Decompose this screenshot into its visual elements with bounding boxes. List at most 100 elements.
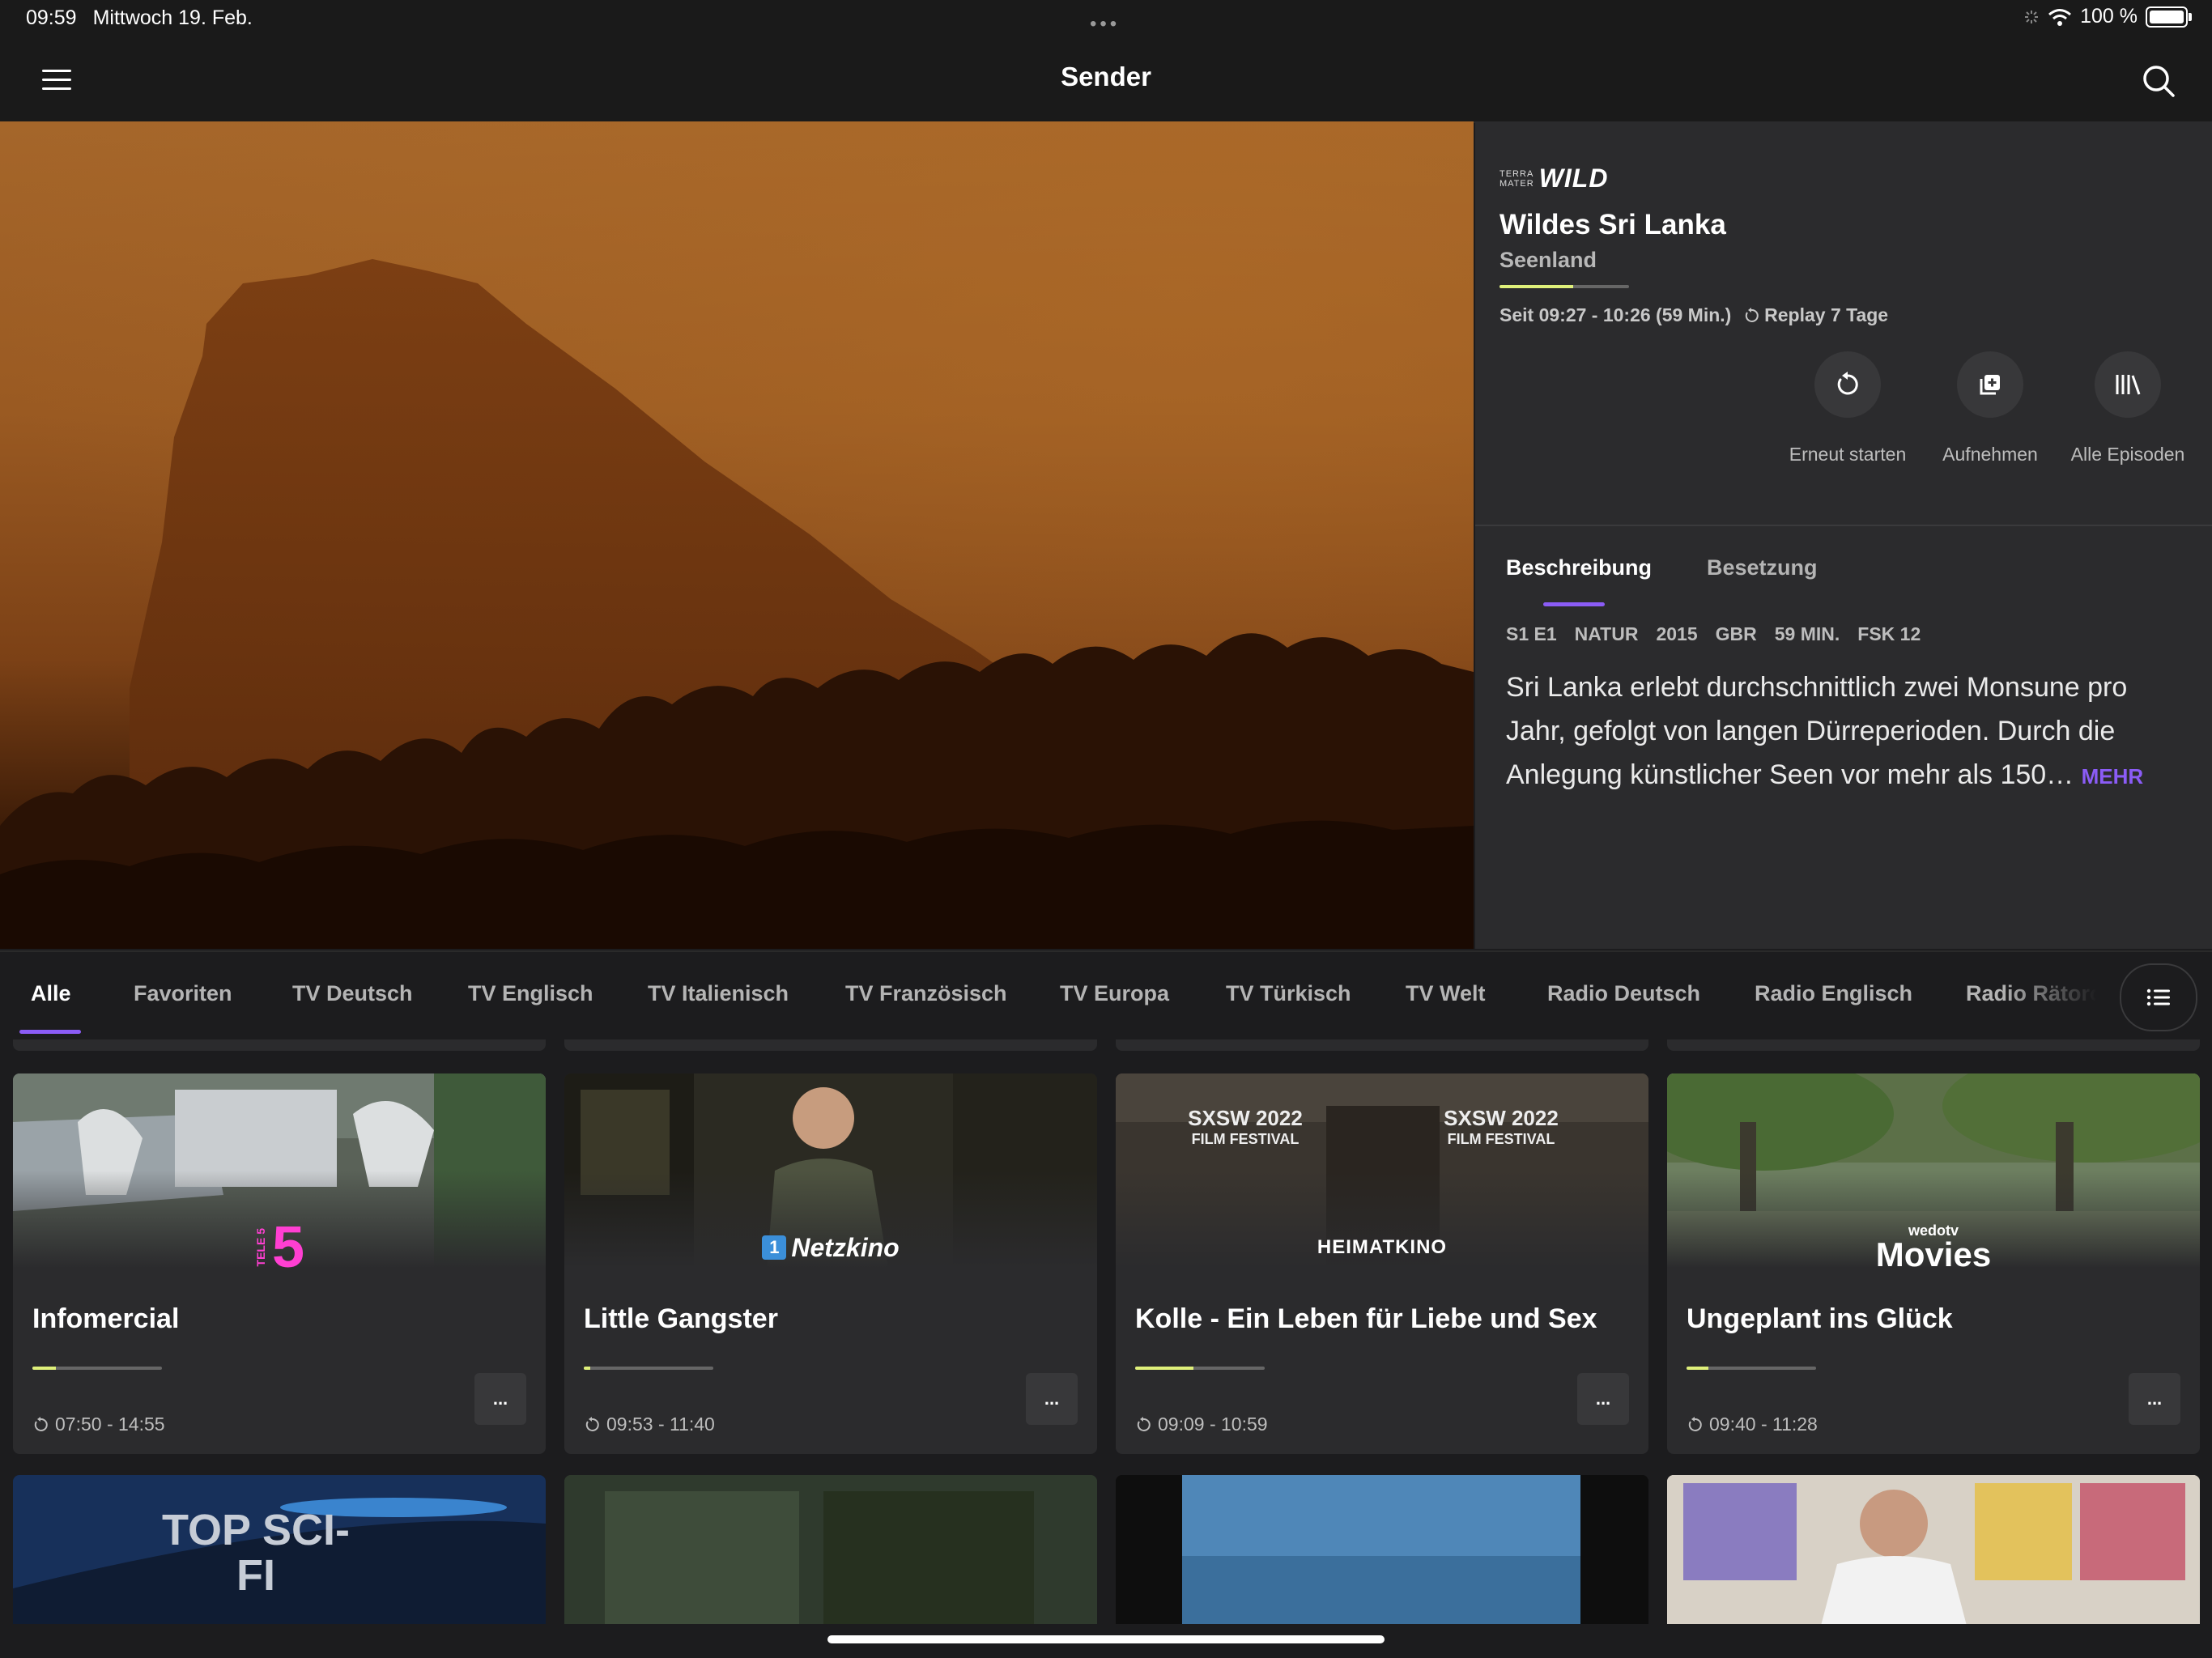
video-player[interactable] xyxy=(0,121,1474,949)
channel-card[interactable]: 1 Netzkino Little Gangster 09:53 - 11:40… xyxy=(564,1073,1097,1454)
card-time-range: 09:40 - 11:28 xyxy=(1709,1414,1818,1435)
status-indicators: 100 % xyxy=(2023,5,2192,28)
card-title: Infomercial xyxy=(32,1303,180,1334)
card-title: Little Gangster xyxy=(584,1303,778,1334)
card-time: 09:09 - 10:59 xyxy=(1135,1414,1268,1435)
card-more-button[interactable]: ... xyxy=(1577,1373,1629,1425)
all-episodes-button[interactable]: Alle Episoden xyxy=(2055,351,2201,466)
card-progress-fill xyxy=(584,1367,590,1370)
category-tv-europa[interactable]: TV Europa xyxy=(1060,981,1169,1006)
category-tv-welt[interactable]: TV Welt xyxy=(1406,981,1486,1006)
meta-year: 2015 xyxy=(1656,623,1698,644)
program-time-range: Seit 09:27 - 10:26 (59 Min.) xyxy=(1499,304,1732,325)
laurel-subtitle: FILM FESTIVAL xyxy=(1191,1131,1300,1147)
card-time-range: 07:50 - 14:55 xyxy=(55,1414,165,1435)
all-episodes-label: Alle Episoden xyxy=(2070,444,2185,465)
category-tv-deutsch[interactable]: TV Deutsch xyxy=(292,981,413,1006)
search-icon[interactable] xyxy=(2139,62,2180,102)
activity-icon xyxy=(2025,10,2039,23)
card-more-button[interactable]: ... xyxy=(474,1373,526,1425)
program-meta: S1 E1 NATUR 2015 GBR 59 MIN. FSK 12 xyxy=(1506,623,1938,645)
tele5-logo-number: 5 xyxy=(271,1215,305,1280)
category-all[interactable]: Alle xyxy=(31,981,71,1006)
card-progress-fill xyxy=(32,1367,56,1370)
channel-card[interactable]: TELE 5 5 Infomercial 07:50 - 14:55 ... xyxy=(13,1073,546,1454)
record-icon[interactable] xyxy=(1957,351,2023,418)
meta-country: GBR xyxy=(1715,623,1757,644)
card-time-range: 09:09 - 10:59 xyxy=(1158,1414,1268,1435)
card-progress-bar xyxy=(1687,1367,1816,1370)
laurel-award: SXSW 2022 FILM FESTIVAL xyxy=(1420,1106,1582,1148)
card-progress-fill xyxy=(1687,1367,1709,1370)
replay-icon xyxy=(34,1416,48,1431)
category-radio-englisch[interactable]: Radio Englisch xyxy=(1755,981,1912,1006)
card-stub xyxy=(13,1039,546,1051)
category-tv-italienisch[interactable]: TV Italienisch xyxy=(648,981,789,1006)
restart-button[interactable]: Erneut starten xyxy=(1775,351,1921,466)
channel-card[interactable] xyxy=(564,1475,1097,1626)
card-progress-bar xyxy=(1135,1367,1265,1370)
record-label: Aufnehmen xyxy=(1942,444,2038,465)
meta-rating: FSK 12 xyxy=(1857,623,1921,644)
list-view-icon[interactable] xyxy=(2120,963,2197,1031)
category-favorites[interactable]: Favoriten xyxy=(134,981,232,1006)
card-progress-bar xyxy=(584,1367,713,1370)
replay-icon xyxy=(1688,1416,1702,1431)
channel-logo-heimatkino: HEIMATKINO xyxy=(1116,1219,1648,1276)
channel-card[interactable]: TOP SCI-FI xyxy=(13,1475,546,1626)
channel-logo-tele5: TELE 5 5 xyxy=(13,1215,546,1280)
channel-card[interactable]: wedotv Movies Ungeplant ins Glück 09:40 … xyxy=(1667,1073,2200,1454)
home-indicator[interactable] xyxy=(827,1635,1385,1643)
hero-landscape-image xyxy=(0,121,1474,949)
meta-duration: 59 MIN. xyxy=(1774,623,1840,644)
channel-card[interactable] xyxy=(1667,1475,2200,1626)
replay-icon xyxy=(585,1416,599,1431)
more-link[interactable]: MEHR xyxy=(2082,764,2144,789)
program-title: Wildes Sri Lanka xyxy=(1499,209,1726,240)
record-button[interactable]: Aufnehmen xyxy=(1917,351,2063,466)
card-stub xyxy=(564,1039,1097,1051)
meta-genre: NATUR xyxy=(1574,623,1639,644)
program-progress-bar xyxy=(1499,285,1629,288)
netzkino-badge: 1 xyxy=(762,1235,787,1260)
status-bar: 09:59 Mittwoch 19. Feb. ••• 100 % xyxy=(0,0,2212,40)
card-more-button[interactable]: ... xyxy=(2129,1373,2180,1425)
library-icon[interactable] xyxy=(2095,351,2161,418)
tab-description[interactable]: Beschreibung xyxy=(1506,555,1652,580)
replay-icon xyxy=(1137,1416,1151,1431)
category-radio-deutsch[interactable]: Radio Deutsch xyxy=(1547,981,1700,1006)
wifi-icon xyxy=(2048,8,2072,26)
card-time-range: 09:53 - 11:40 xyxy=(606,1414,715,1435)
tab-active-indicator xyxy=(1543,602,1605,606)
program-time: Seit 09:27 - 10:26 (59 Min.) Replay 7 Ta… xyxy=(1499,304,1888,326)
tab-cast[interactable]: Besetzung xyxy=(1707,555,1818,580)
multitasking-dots[interactable]: ••• xyxy=(1090,13,1120,36)
restart-icon[interactable] xyxy=(1814,351,1881,418)
tele5-logo-text: TELE 5 xyxy=(253,1228,267,1267)
program-info-panel xyxy=(1475,121,2212,949)
status-time: 09:59 xyxy=(26,6,77,29)
category-tv-englisch[interactable]: TV Englisch xyxy=(468,981,593,1006)
channel-card[interactable] xyxy=(1116,1475,1648,1626)
heimatkino-wordmark: HEIMATKINO xyxy=(1317,1236,1448,1258)
card-thumbnail xyxy=(564,1475,1097,1626)
channel-logo-netzkino: 1 Netzkino xyxy=(564,1219,1097,1276)
channel-logo-wordmark: WILD xyxy=(1538,164,1609,193)
category-tv-tuerkisch[interactable]: TV Türkisch xyxy=(1226,981,1351,1006)
replay-label: Replay 7 Tage xyxy=(1764,304,1889,325)
laurel-award: SXSW 2022 FILM FESTIVAL xyxy=(1164,1106,1326,1148)
category-tv-franzoesisch[interactable]: TV Französisch xyxy=(845,981,1007,1006)
program-progress-fill xyxy=(1499,285,1574,288)
card-title: Ungeplant ins Glück xyxy=(1687,1303,1953,1334)
channel-logo-line-1: TERRA xyxy=(1499,168,1534,179)
status-date: Mittwoch 19. Feb. xyxy=(92,6,253,29)
category-tabs: Alle Favoriten TV Deutsch TV Englisch TV… xyxy=(0,950,2212,1039)
card-stub xyxy=(1667,1039,2200,1051)
card-more-button[interactable]: ... xyxy=(1026,1373,1078,1425)
card-stub xyxy=(1116,1039,1648,1051)
card-time: 09:40 - 11:28 xyxy=(1687,1414,1818,1435)
program-subtitle: Seenland xyxy=(1499,248,1597,272)
netzkino-wordmark: Netzkino xyxy=(791,1232,900,1262)
card-time: 09:53 - 11:40 xyxy=(584,1414,715,1435)
channel-card[interactable]: SXSW 2022 FILM FESTIVAL SXSW 2022 FILM F… xyxy=(1116,1073,1648,1454)
